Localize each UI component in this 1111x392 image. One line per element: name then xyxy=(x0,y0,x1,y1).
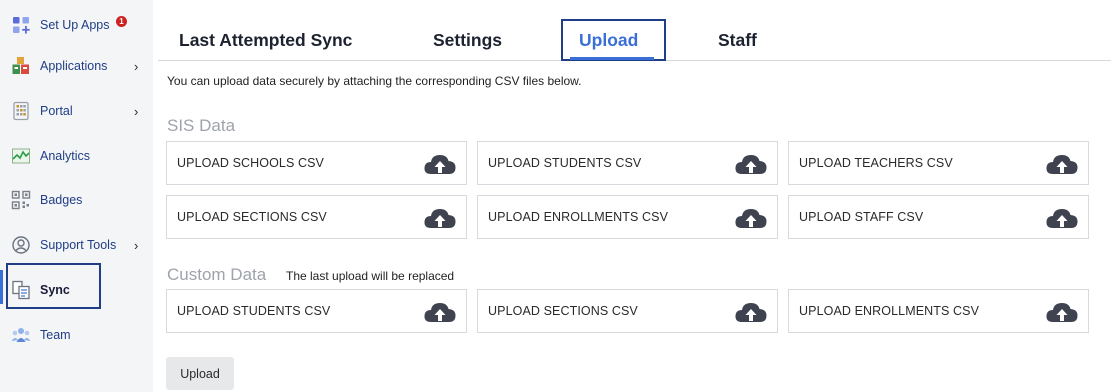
sync-docs-icon xyxy=(11,280,31,300)
active-tab-underline xyxy=(570,57,654,60)
cloud-upload-icon xyxy=(1045,152,1079,176)
upload-teachers-csv-card[interactable]: UPLOAD TEACHERS CSV xyxy=(788,141,1089,185)
sidebar-item-label: Sync xyxy=(40,283,70,297)
sidebar-item-portal[interactable]: Portal › xyxy=(0,93,153,129)
grid-plus-icon xyxy=(11,15,31,35)
sidebar-item-support-tools[interactable]: Support Tools › xyxy=(0,227,153,263)
upload-button[interactable]: Upload xyxy=(166,357,234,390)
custom-data-heading: Custom Data xyxy=(167,265,267,284)
sidebar-item-label: Analytics xyxy=(40,149,91,163)
notification-badge: 1 xyxy=(116,16,127,27)
sis-data-heading: SIS Data xyxy=(167,116,236,135)
sidebar-item-label: Portal xyxy=(40,104,73,118)
qr-badge-icon xyxy=(11,190,31,210)
sidebar-item-badges[interactable]: Badges xyxy=(0,182,153,218)
upload-students-csv-card[interactable]: UPLOAD STUDENTS CSV xyxy=(477,141,778,185)
upload-staff-csv-card[interactable]: UPLOAD STAFF CSV xyxy=(788,195,1089,239)
card-label: UPLOAD ENROLLMENTS CSV xyxy=(799,304,980,318)
cloud-upload-icon xyxy=(423,152,457,176)
sidebar-item-sync[interactable]: Sync xyxy=(0,272,153,308)
card-label: UPLOAD ENROLLMENTS CSV xyxy=(488,210,669,224)
tab-staff[interactable]: Staff xyxy=(718,30,757,51)
cloud-upload-icon xyxy=(734,300,768,324)
card-label: UPLOAD STUDENTS CSV xyxy=(177,304,331,318)
upload-enrollments-csv-card[interactable]: UPLOAD ENROLLMENTS CSV xyxy=(477,195,778,239)
chevron-right-icon: › xyxy=(134,58,139,74)
sidebar-item-label: Set Up Apps xyxy=(40,18,110,32)
upload-intro-text: You can upload data securely by attachin… xyxy=(167,74,582,88)
sidebar-item-label: Support Tools xyxy=(40,238,117,252)
cloud-upload-icon xyxy=(734,206,768,230)
card-label: UPLOAD SECTIONS CSV xyxy=(177,210,327,224)
sidebar-item-set-up-apps[interactable]: Set Up Apps 1 xyxy=(0,7,153,43)
cloud-upload-icon xyxy=(423,206,457,230)
tab-settings[interactable]: Settings xyxy=(433,30,502,51)
card-label: UPLOAD STAFF CSV xyxy=(799,210,924,224)
custom-upload-students-csv-card[interactable]: UPLOAD STUDENTS CSV xyxy=(166,289,467,333)
portal-icon xyxy=(11,101,31,121)
cloud-upload-icon xyxy=(1045,206,1079,230)
card-label: UPLOAD SECTIONS CSV xyxy=(488,304,638,318)
custom-upload-sections-csv-card[interactable]: UPLOAD SECTIONS CSV xyxy=(477,289,778,333)
custom-upload-enrollments-csv-card[interactable]: UPLOAD ENROLLMENTS CSV xyxy=(788,289,1089,333)
replace-warning-note: The last upload will be replaced xyxy=(286,269,455,283)
sidebar: Set Up Apps 1 Applications › Portal › An… xyxy=(0,0,153,392)
sidebar-item-label: Badges xyxy=(40,193,83,207)
sidebar-item-label: Applications xyxy=(40,59,108,73)
app-blocks-icon xyxy=(11,56,31,76)
cloud-upload-icon xyxy=(734,152,768,176)
upload-sections-csv-card[interactable]: UPLOAD SECTIONS CSV xyxy=(166,195,467,239)
support-person-icon xyxy=(11,235,31,255)
card-label: UPLOAD STUDENTS CSV xyxy=(488,156,642,170)
card-label: UPLOAD SCHOOLS CSV xyxy=(177,156,324,170)
sidebar-item-team[interactable]: Team xyxy=(0,317,153,353)
sidebar-item-analytics[interactable]: Analytics xyxy=(0,138,153,174)
chevron-right-icon: › xyxy=(134,237,139,253)
chevron-right-icon: › xyxy=(134,103,139,119)
upload-tab-highlight-frame xyxy=(561,19,666,61)
cloud-upload-icon xyxy=(423,300,457,324)
sidebar-item-label: Team xyxy=(40,328,71,342)
cloud-upload-icon xyxy=(1045,300,1079,324)
analytics-icon xyxy=(11,146,31,166)
upload-schools-csv-card[interactable]: UPLOAD SCHOOLS CSV xyxy=(166,141,467,185)
tab-last-attempted-sync[interactable]: Last Attempted Sync xyxy=(179,30,352,51)
sidebar-item-applications[interactable]: Applications › xyxy=(0,48,153,84)
team-icon xyxy=(11,325,31,345)
card-label: UPLOAD TEACHERS CSV xyxy=(799,156,953,170)
